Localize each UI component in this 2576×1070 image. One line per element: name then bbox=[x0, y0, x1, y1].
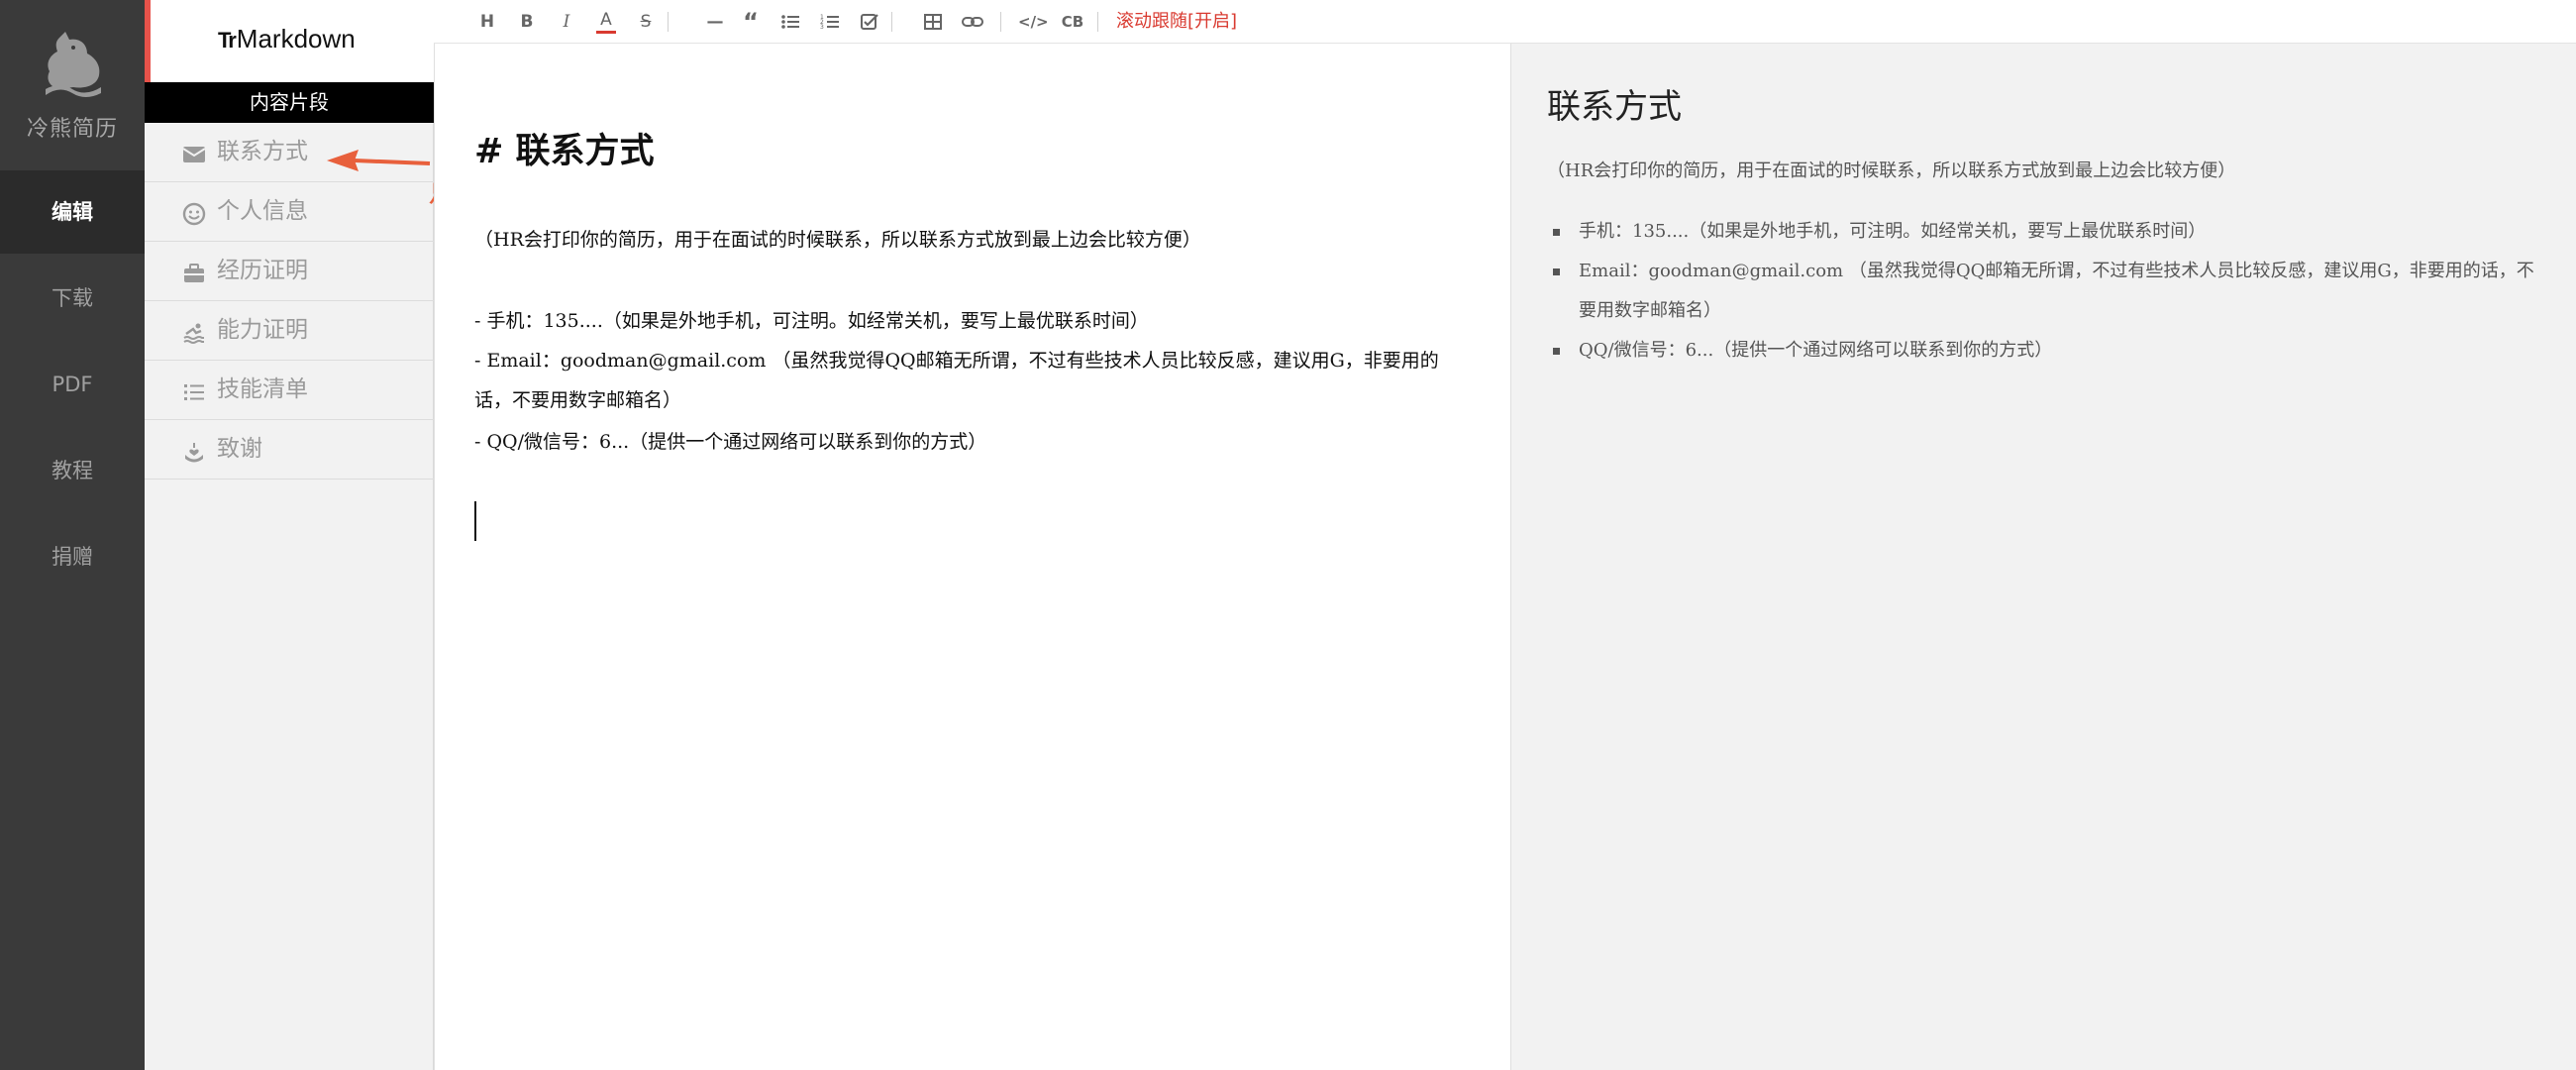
toolbar-separator bbox=[891, 12, 892, 32]
bullet-list-icon[interactable] bbox=[780, 10, 800, 34]
nav-tutorial[interactable]: 教程 bbox=[0, 429, 145, 512]
snippet-item-ability[interactable]: 能力证明 bbox=[145, 301, 434, 361]
editor-heading-line: # 联系方式 bbox=[474, 132, 655, 171]
scroll-follow-toggle[interactable]: 滚动跟随[开启] bbox=[1116, 10, 1237, 34]
snippet-item-label: 经历证明 bbox=[217, 258, 308, 283]
preview-heading: 联系方式 bbox=[1547, 87, 1682, 127]
task-list-icon[interactable] bbox=[860, 10, 879, 34]
list-item: 手机：135....（如果是外地手机，可注明。如经常关机，要写上最优联系时间） bbox=[1547, 212, 2547, 252]
brand[interactable]: 冷熊简历 bbox=[0, 0, 145, 166]
markdown-logo-text: Markdown bbox=[236, 24, 356, 54]
quote-button[interactable]: “ bbox=[741, 10, 761, 34]
snippet-item-label: 个人信息 bbox=[217, 198, 308, 224]
snippet-item-experience[interactable]: 经历证明 bbox=[145, 242, 434, 301]
editor-phone-line: - 手机：135....（如果是外地手机，可注明。如经常关机，要写上最优联系时间… bbox=[474, 310, 1149, 332]
snippet-item-skills[interactable]: 技能清单 bbox=[145, 361, 434, 420]
snippet-item-thanks[interactable]: 致谢 bbox=[145, 420, 434, 480]
table-icon[interactable] bbox=[923, 10, 943, 34]
nav-edit[interactable]: 编辑 bbox=[0, 170, 145, 254]
code-button[interactable]: </> bbox=[1018, 10, 1049, 34]
editor-qq-line: - QQ/微信号：6...（提供一个通过网络可以联系到你的方式） bbox=[474, 431, 987, 453]
svg-text:3: 3 bbox=[820, 24, 824, 31]
editor-toolbar: H B I A S — “ 123 </> CB 滚动跟随[开启] bbox=[434, 0, 2576, 44]
snippet-title: 内容片段 bbox=[145, 82, 434, 123]
preview-list: 手机：135....（如果是外地手机，可注明。如经常关机，要写上最优联系时间） … bbox=[1547, 212, 2547, 371]
brand-name: 冷熊简历 bbox=[26, 117, 118, 142]
italic-button[interactable]: I bbox=[557, 10, 576, 34]
markdown-preview: 联系方式 （HR会打印你的简历，用于在面试的时候联系，所以联系方式放到最上边会比… bbox=[1510, 44, 2576, 1070]
nav-donate[interactable]: 捐赠 bbox=[0, 515, 145, 598]
markdown-logo-mark: Tr bbox=[218, 28, 237, 53]
list-icon bbox=[184, 384, 204, 400]
nav-pdf[interactable]: PDF bbox=[0, 343, 145, 426]
snippet-header: TrMarkdown bbox=[145, 0, 434, 82]
markdown-editor[interactable]: # 联系方式 （HR会打印你的简历，用于在面试的时候联系，所以联系方式放到最上边… bbox=[434, 44, 1510, 1070]
header-accent-bar bbox=[145, 0, 151, 82]
toolbar-separator bbox=[1097, 12, 1098, 32]
snippet-item-label: 致谢 bbox=[217, 436, 262, 462]
envelope-icon bbox=[182, 147, 206, 162]
list-item: Email：goodman@gmail.com （虽然我觉得QQ邮箱无所谓，不过… bbox=[1547, 252, 2547, 331]
markdown-logo: TrMarkdown bbox=[218, 24, 356, 54]
horizontal-rule-button[interactable]: — bbox=[703, 10, 727, 34]
snippet-item-label: 能力证明 bbox=[217, 317, 308, 343]
bear-logo-icon bbox=[46, 32, 101, 97]
strikethrough-button[interactable]: S bbox=[636, 10, 656, 34]
link-icon[interactable] bbox=[961, 10, 984, 34]
annotation-arrow-icon bbox=[327, 150, 431, 171]
font-color-button[interactable]: A bbox=[596, 10, 616, 34]
briefcase-icon bbox=[184, 264, 204, 282]
app-sidebar: 冷熊简历 编辑 下载 PDF 教程 捐赠 bbox=[0, 0, 145, 1070]
nav-download[interactable]: 下载 bbox=[0, 257, 145, 340]
editor-intro-line: （HR会打印你的简历，用于在面试的时候联系，所以联系方式放到最上边会比较方便） bbox=[474, 229, 1201, 251]
swimmer-icon bbox=[183, 323, 204, 344]
preview-intro: （HR会打印你的简历，用于在面试的时候联系，所以联系方式放到最上边会比较方便） bbox=[1547, 160, 2236, 181]
list-item: QQ/微信号：6...（提供一个通过网络可以联系到你的方式） bbox=[1547, 331, 2547, 371]
editor-email-line: - Email：goodman@gmail.com （虽然我觉得QQ邮箱无所谓，… bbox=[474, 350, 1439, 372]
toolbar-separator bbox=[1000, 12, 1001, 32]
text-cursor bbox=[474, 501, 476, 541]
heading-button[interactable]: H bbox=[477, 10, 497, 34]
hand-heart-icon bbox=[185, 443, 203, 463]
editor-email-line-wrap: 话，不要用数字邮箱名） bbox=[474, 389, 682, 411]
ordered-list-icon[interactable]: 123 bbox=[820, 10, 840, 34]
bold-button[interactable]: B bbox=[517, 10, 537, 34]
snippet-item-label: 联系方式 bbox=[217, 139, 308, 164]
smiley-icon bbox=[182, 202, 206, 226]
snippet-item-label: 技能清单 bbox=[217, 376, 308, 402]
snippet-item-personal[interactable]: 个人信息 bbox=[145, 182, 434, 242]
toolbar-separator bbox=[668, 12, 669, 32]
code-block-button[interactable]: CB bbox=[1060, 10, 1085, 34]
